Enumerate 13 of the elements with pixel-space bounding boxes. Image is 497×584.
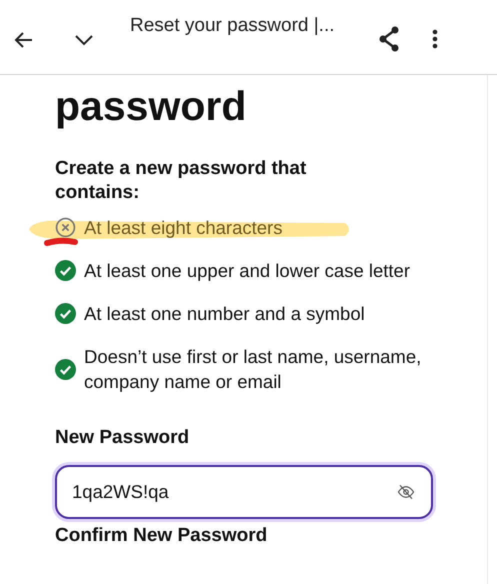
more-icon <box>432 29 438 49</box>
eye-slash-icon[interactable] <box>397 482 415 500</box>
field-label: Confirm New Password <box>55 524 268 548</box>
page-heading: password <box>55 86 248 127</box>
field-value: 1qa2WS!qa <box>72 480 170 504</box>
requirement-text: At least one upper and lower case letter <box>84 259 410 283</box>
requirement-text: Doesn’t use first or last name, username, company name or email <box>84 345 422 394</box>
share-icon <box>376 26 401 52</box>
page-title: Reset your password |... <box>130 14 335 38</box>
instructions-text: Create a new password that contains: <box>55 157 308 205</box>
field-label: New Password <box>55 426 190 450</box>
requirement-text: At least one number and a symbol <box>84 302 365 326</box>
requirement-text: At least eight characters <box>84 216 282 240</box>
